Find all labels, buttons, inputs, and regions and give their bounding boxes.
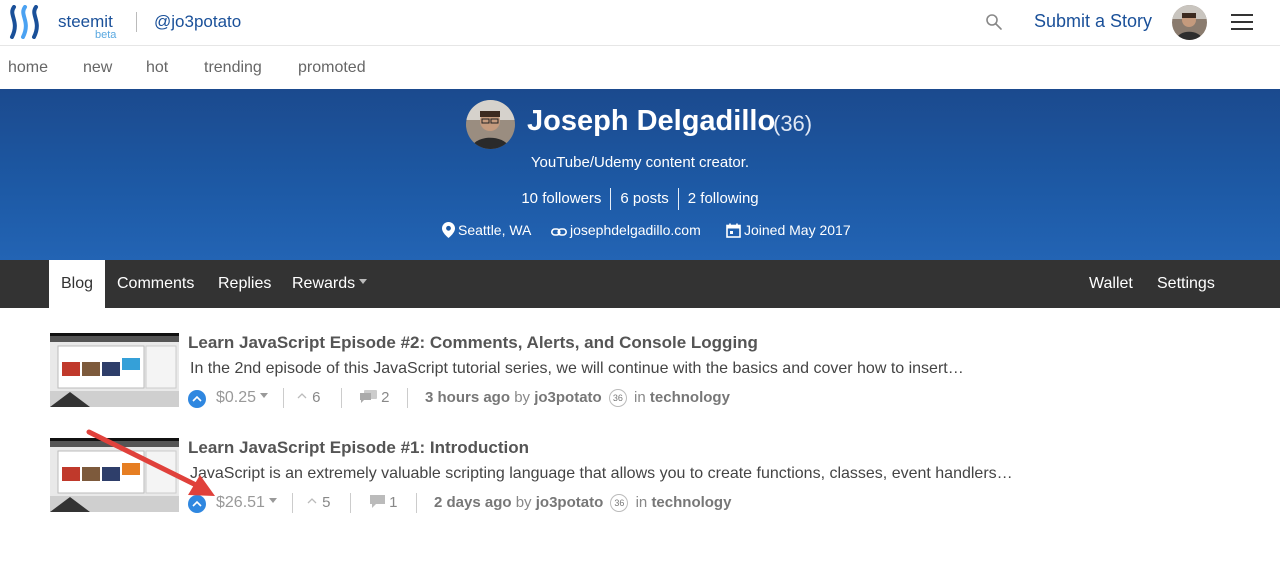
tab-comments[interactable]: Comments — [117, 275, 194, 293]
nav-promoted[interactable]: promoted — [298, 59, 366, 77]
upvote-chevron-icon — [192, 395, 202, 402]
nav-trending[interactable]: trending — [204, 59, 262, 77]
profile-tabs: Blog Comments Replies Rewards Wallet Set… — [0, 260, 1280, 308]
post-item: Learn JavaScript Episode #2: Comments, A… — [0, 333, 1280, 419]
avatar-photo-icon — [1172, 5, 1207, 40]
comments-count[interactable]: 2 — [360, 389, 390, 406]
profile-name: Joseph Delgadillo — [527, 105, 776, 137]
top-header: steemit beta @jo3potato Submit a Story — [0, 0, 1280, 46]
payout-value: $0.25 — [216, 389, 257, 406]
in-label: in — [634, 389, 646, 406]
search-icon[interactable] — [985, 13, 1003, 31]
votes-value: 5 — [322, 494, 331, 511]
beta-label: beta — [95, 29, 117, 41]
upvote-button[interactable] — [188, 390, 206, 408]
vote-chevron-icon — [307, 498, 317, 504]
profile-joined: Joined May 2017 — [726, 222, 851, 238]
votes-count[interactable]: 6 — [296, 389, 321, 406]
post-time[interactable]: 3 hours ago — [425, 389, 510, 406]
profile-reputation: (36) — [773, 111, 813, 136]
footer-divider — [407, 388, 408, 408]
tab-rewards[interactable]: Rewards — [292, 275, 368, 293]
comments-count[interactable]: 1 — [370, 494, 398, 511]
location-pin-icon — [442, 222, 455, 238]
payout-dropdown[interactable]: $26.51 — [216, 494, 277, 512]
post-author[interactable]: jo3potato — [536, 494, 604, 511]
post-author[interactable]: jo3potato — [534, 389, 602, 406]
author-reputation-badge: 36 — [608, 389, 627, 407]
footer-divider — [283, 388, 284, 408]
hamburger-menu-icon[interactable] — [1231, 14, 1253, 32]
tab-blog[interactable]: Blog — [49, 260, 106, 308]
calendar-icon — [726, 223, 741, 238]
profile-stats: 10 followers 6 posts 2 following — [0, 188, 1280, 210]
nav-home[interactable]: home — [8, 59, 48, 77]
thumbnail-screenshot-icon — [50, 441, 179, 512]
post-summary[interactable]: JavaScript is an extremely valuable scri… — [190, 465, 1013, 483]
post-time[interactable]: 2 days ago — [434, 494, 512, 511]
comments-icon — [360, 390, 377, 403]
by-label: by — [514, 389, 531, 406]
footer-divider — [292, 493, 293, 513]
in-label: in — [635, 494, 648, 511]
link-icon — [551, 228, 567, 236]
post-summary[interactable]: In the 2nd episode of this JavaScript tu… — [190, 360, 964, 378]
tab-settings[interactable]: Settings — [1157, 275, 1215, 293]
joined-text: Joined May 2017 — [744, 222, 851, 238]
footer-divider — [416, 493, 417, 513]
location-text: Seattle, WA — [458, 222, 532, 238]
steemit-logo-icon[interactable] — [8, 5, 44, 39]
profile-photo-icon — [466, 100, 515, 149]
post-title[interactable]: Learn JavaScript Episode #2: Comments, A… — [188, 333, 758, 353]
sort-navigation: home new hot trending promoted — [0, 47, 1280, 89]
header-divider — [136, 12, 137, 32]
upvote-button[interactable] — [188, 495, 206, 513]
tab-rewards-label: Rewards — [292, 275, 356, 292]
post-meta: 2 days ago by jo3potato 36 in technology — [434, 494, 731, 512]
post-thumbnail[interactable] — [50, 333, 179, 407]
payout-value: $26.51 — [216, 494, 265, 511]
nav-hot[interactable]: hot — [146, 59, 168, 77]
post-category[interactable]: technology — [651, 494, 731, 511]
profile-location: Seattle, WA — [442, 222, 531, 238]
payout-dropdown[interactable]: $0.25 — [216, 389, 269, 407]
followers-link[interactable]: 10 followers — [512, 189, 610, 209]
votes-value: 6 — [312, 389, 321, 406]
comment-icon — [370, 495, 385, 508]
post-thumbnail[interactable] — [50, 438, 179, 512]
footer-divider — [341, 388, 342, 408]
posts-count: 6 posts — [620, 189, 669, 207]
thumbnail-screenshot-icon — [50, 336, 179, 407]
profile-avatar — [466, 100, 515, 149]
author-reputation-badge: 36 — [610, 494, 629, 512]
comments-value: 1 — [389, 494, 398, 511]
account-link[interactable]: @jo3potato — [154, 12, 241, 32]
profile-about: YouTube/Udemy content creator. — [530, 154, 750, 171]
upvote-chevron-icon — [192, 500, 202, 507]
vote-chevron-icon — [297, 393, 307, 399]
post-category[interactable]: technology — [650, 389, 730, 406]
post-item: Learn JavaScript Episode #1: Introductio… — [0, 438, 1280, 524]
by-label: by — [515, 494, 532, 511]
chevron-down-icon — [268, 498, 277, 503]
chevron-down-icon — [359, 279, 368, 284]
profile-banner: Joseph Delgadillo (36) YouTube/Udemy con… — [0, 89, 1280, 260]
comments-value: 2 — [381, 389, 390, 406]
website-link[interactable]: josephdelgadillo.com — [570, 222, 701, 238]
chevron-down-icon — [260, 393, 269, 398]
post-meta: 3 hours ago by jo3potato 36 in technolog… — [425, 389, 730, 407]
profile-website: josephdelgadillo.com — [551, 222, 701, 238]
submit-story-link[interactable]: Submit a Story — [1034, 11, 1152, 32]
votes-count[interactable]: 5 — [306, 494, 331, 511]
tab-wallet[interactable]: Wallet — [1089, 275, 1133, 293]
following-link[interactable]: 2 following — [679, 189, 768, 209]
user-avatar[interactable] — [1172, 5, 1207, 40]
tab-replies[interactable]: Replies — [218, 275, 271, 293]
nav-new[interactable]: new — [83, 59, 112, 77]
post-title[interactable]: Learn JavaScript Episode #1: Introductio… — [188, 438, 529, 458]
footer-divider — [350, 493, 351, 513]
